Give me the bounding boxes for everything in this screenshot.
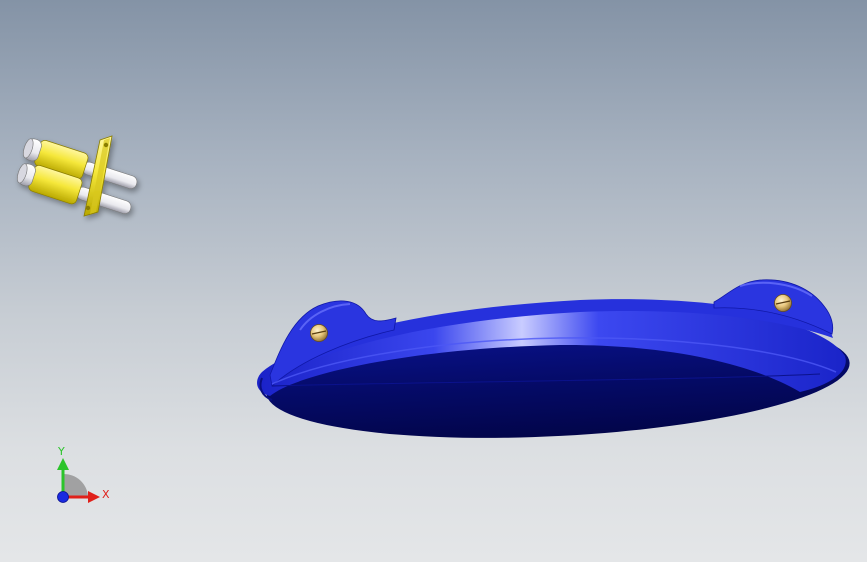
triad-y-label: Y [57,445,65,458]
connector-assembly[interactable] [14,135,141,222]
cover-plate[interactable] [257,279,853,451]
triad-x-label: X [102,488,110,501]
screw-right[interactable] [774,294,792,312]
triad-z-axis [57,491,69,503]
model-scene[interactable]: Y X [0,0,867,562]
cad-3d-viewport[interactable]: Y X [0,0,867,562]
coordinate-triad[interactable]: Y X [57,445,110,503]
screw-left[interactable] [310,324,328,342]
